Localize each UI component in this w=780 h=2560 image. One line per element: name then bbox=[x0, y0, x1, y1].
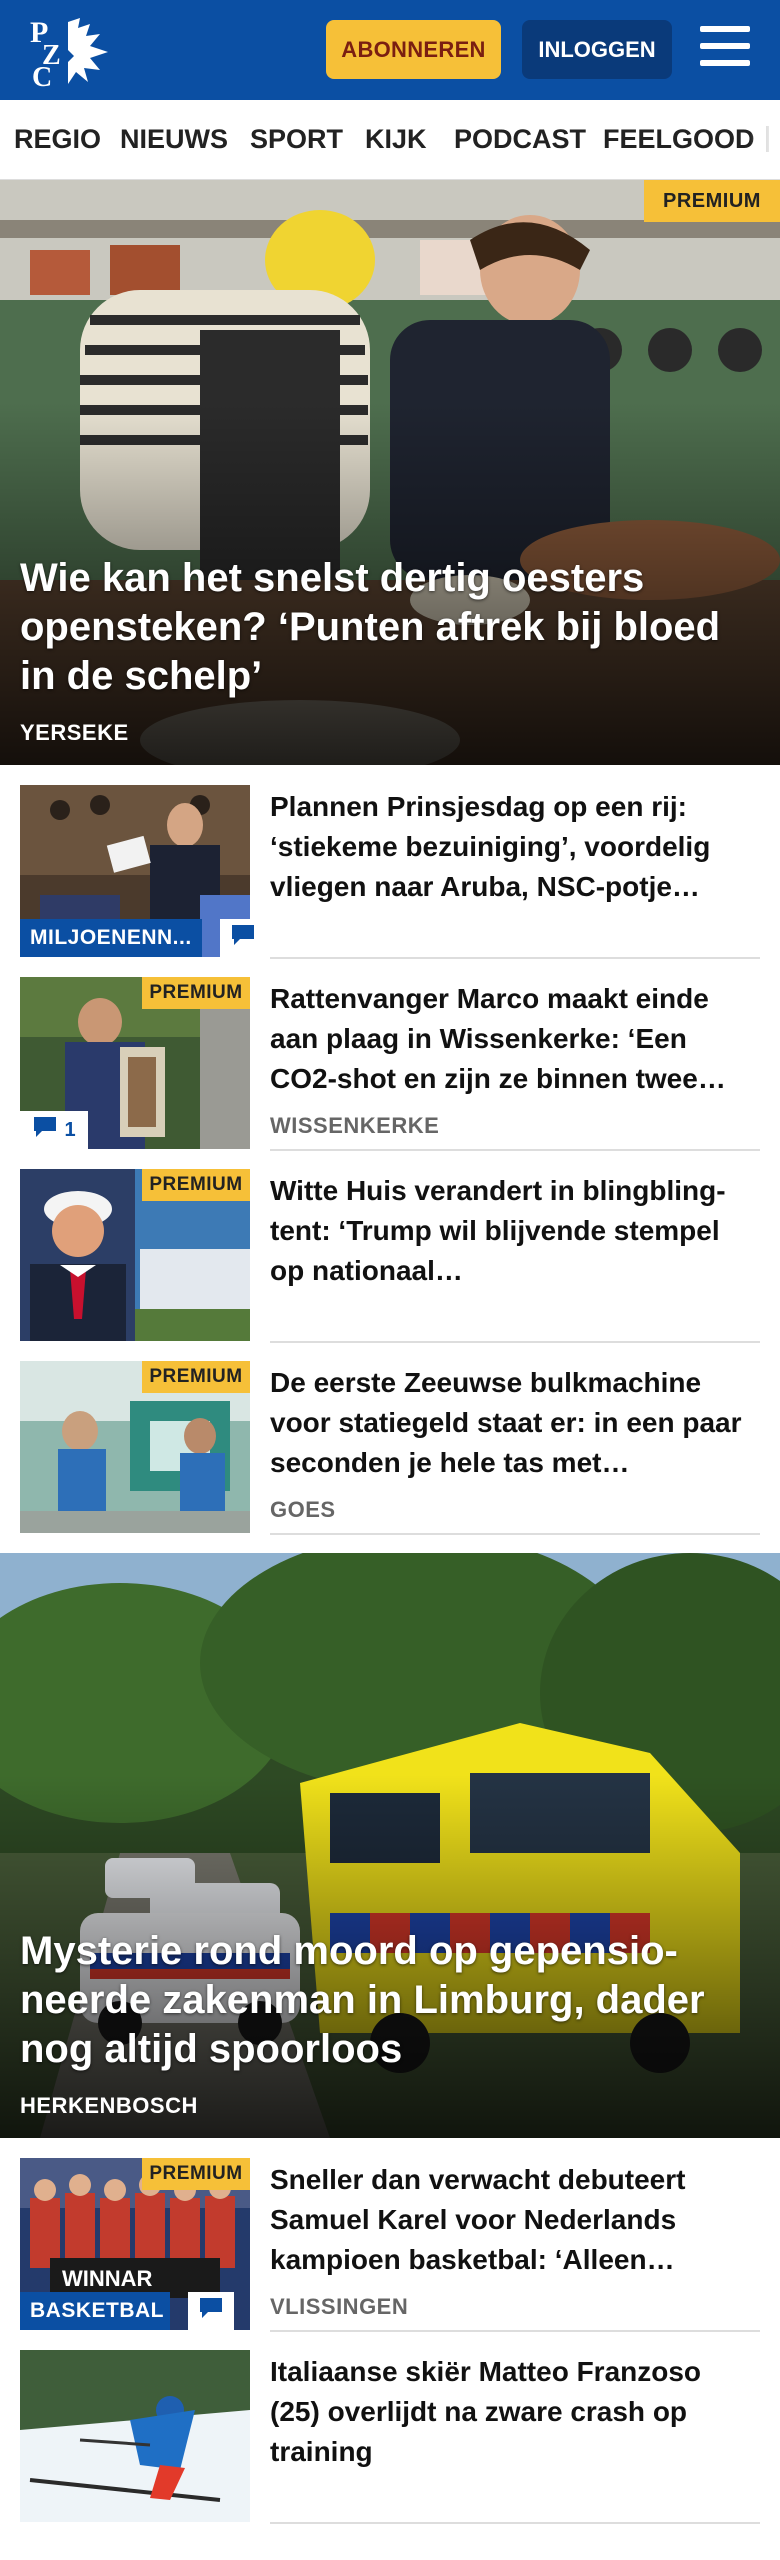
divider bbox=[270, 2522, 760, 2524]
comment-icon bbox=[230, 923, 256, 953]
list-item[interactable]: PREMIUM De eerste Zeeuwse bulkmachine vo… bbox=[20, 1361, 760, 1535]
hero-location: YERSEKE bbox=[20, 720, 129, 745]
nav-item-nieuws[interactable]: NIEUWS bbox=[120, 124, 228, 155]
list-item[interactable]: Italiaanse skiër Matteo Franzoso (25) ov… bbox=[20, 2350, 760, 2524]
nav-item-podcast[interactable]: PODCAST bbox=[454, 124, 586, 155]
article-headline[interactable]: Plannen Prinsjesdag op een rij: ‘stiekem… bbox=[270, 787, 750, 907]
premium-badge: PREMIUM bbox=[142, 1169, 250, 1201]
article-thumbnail bbox=[20, 2350, 250, 2522]
comment-count[interactable] bbox=[220, 919, 266, 957]
article-location: VLISSINGEN bbox=[270, 2294, 409, 2319]
list-item[interactable]: MILJOENENN... Plannen Prinsjesdag op een… bbox=[20, 785, 760, 959]
article-headline[interactable]: Italiaanse skiër Matteo Franzoso (25) ov… bbox=[270, 2352, 750, 2472]
divider bbox=[270, 1533, 760, 1535]
top-bar: P Z C ABONNEREN INLOGGEN bbox=[0, 0, 780, 100]
nav-item-sport[interactable]: SPORT bbox=[250, 124, 343, 155]
article-location: WISSENKERKE bbox=[270, 1113, 440, 1138]
premium-badge: PREMIUM bbox=[142, 977, 250, 1009]
comment-icon bbox=[198, 2296, 224, 2326]
hero-title[interactable]: Mysterie rond moord op gepensio­neerde z… bbox=[20, 1927, 740, 2074]
article-location: GOES bbox=[270, 1497, 336, 1522]
comment-count[interactable] bbox=[188, 2292, 234, 2330]
list-item[interactable]: PREMIUM 1 Rattenvanger Marco maakt einde… bbox=[20, 977, 760, 1151]
list-item[interactable]: WINNAR PREMIUM BASKETBAL Sneller dan ver… bbox=[20, 2158, 760, 2332]
divider bbox=[270, 1149, 760, 1151]
article-headline[interactable]: Witte Huis verandert in blingbling-tent:… bbox=[270, 1171, 750, 1291]
nav-item-regio[interactable]: REGIO bbox=[14, 124, 101, 155]
menu-icon[interactable] bbox=[700, 26, 752, 72]
login-button[interactable]: INLOGGEN bbox=[522, 20, 672, 79]
pzc-logo[interactable]: P Z C bbox=[28, 12, 112, 93]
article-headline[interactable]: Sneller dan verwacht debuteert Samuel Ka… bbox=[270, 2160, 750, 2280]
list-item[interactable]: PREMIUM Witte Huis verandert in blingbli… bbox=[20, 1169, 760, 1343]
section-nav: REGIO NIEUWS SPORT KIJK PODCAST FEELGOOD bbox=[0, 100, 780, 180]
premium-badge: PREMIUM bbox=[142, 1361, 250, 1393]
nav-item-feelgood[interactable]: FEELGOOD bbox=[603, 124, 755, 155]
premium-badge: PREMIUM bbox=[644, 180, 780, 222]
comment-count[interactable]: 1 bbox=[20, 1111, 88, 1149]
category-badge[interactable]: MILJOENENN... bbox=[20, 919, 202, 957]
comment-count-value: 1 bbox=[64, 1118, 76, 1141]
hero-article-limburg[interactable]: Mysterie rond moord op gepensio­neerde z… bbox=[0, 1553, 780, 2138]
nav-item-kijk[interactable]: KIJK bbox=[365, 124, 427, 155]
svg-text:WINNAR: WINNAR bbox=[62, 2266, 153, 2291]
comment-icon bbox=[32, 1115, 58, 1145]
article-headline[interactable]: De eerste Zeeuwse bulkmachine voor stati… bbox=[270, 1363, 750, 1483]
svg-text:C: C bbox=[32, 62, 52, 88]
hero-title[interactable]: Wie kan het snelst dertig oesters openst… bbox=[20, 554, 740, 701]
nav-fade bbox=[750, 100, 780, 179]
hero-article-oysters[interactable]: PREMIUM Wie kan het snelst dertig oester… bbox=[0, 180, 780, 765]
divider bbox=[270, 1341, 760, 1343]
subscribe-button[interactable]: ABONNEREN bbox=[326, 20, 501, 79]
divider bbox=[270, 2330, 760, 2332]
article-headline[interactable]: Rattenvanger Marco maakt einde aan plaag… bbox=[270, 979, 750, 1099]
divider bbox=[270, 957, 760, 959]
premium-badge: PREMIUM bbox=[142, 2158, 250, 2190]
category-badge[interactable]: BASKETBAL bbox=[20, 2292, 170, 2330]
hero-location: HERKENBOSCH bbox=[20, 2093, 198, 2118]
